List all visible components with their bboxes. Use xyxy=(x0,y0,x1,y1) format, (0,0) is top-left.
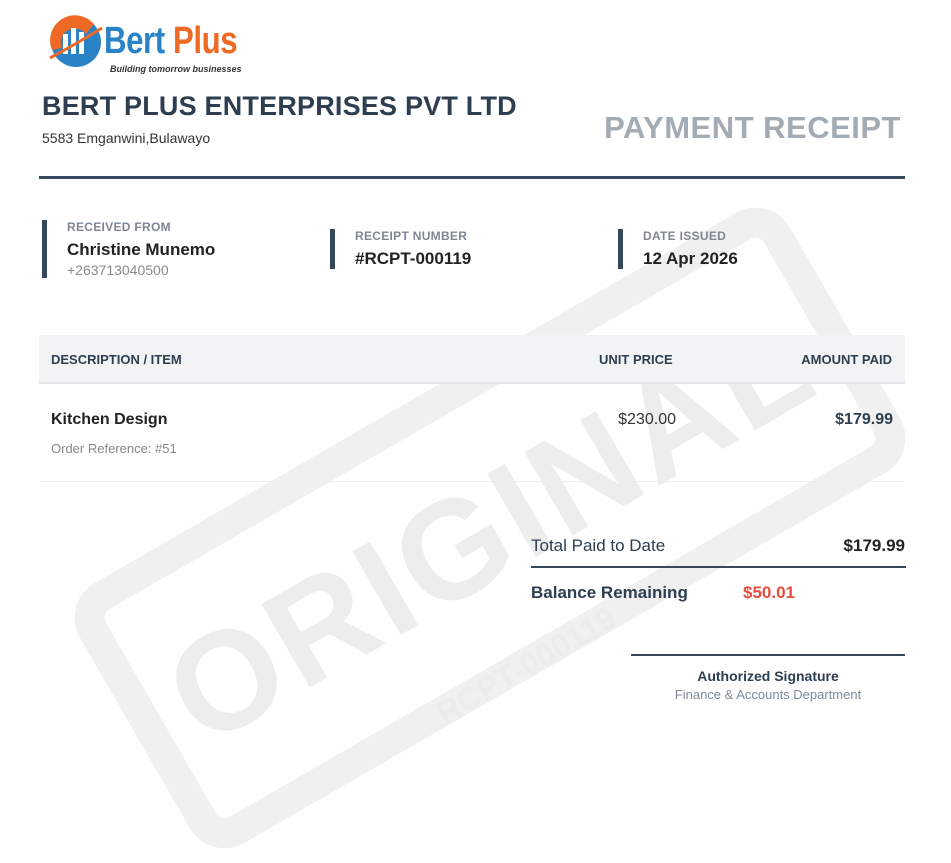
header-amount-paid: AMOUNT PAID xyxy=(801,352,892,367)
logo-word-plus: Plus xyxy=(172,20,238,62)
item-description: Kitchen Design xyxy=(51,411,168,428)
receipt-number-value: #RCPT-000119 xyxy=(355,249,472,268)
date-issued-value: 12 Apr 2026 xyxy=(643,249,738,268)
date-issued-label: DATE ISSUED xyxy=(643,229,727,243)
signature-title: Authorized Signature xyxy=(697,668,839,684)
signature-department: Finance & Accounts Department xyxy=(674,687,862,702)
items-table-header: DESCRIPTION / ITEM UNIT PRICE AMOUNT PAI… xyxy=(39,335,905,384)
customer-name: Christine Munemo xyxy=(67,240,216,259)
received-from-block: RECEIVED FROM Christine Munemo +26371304… xyxy=(42,220,215,278)
total-paid-value: $179.99 xyxy=(843,536,905,555)
original-watermark-stamp: ORIGINAL xyxy=(59,193,921,863)
total-paid-label: Total Paid to Date xyxy=(531,536,666,555)
table-row-divider xyxy=(39,481,905,482)
header-description: DESCRIPTION / ITEM xyxy=(51,352,182,367)
balance-remaining-value: $50.01 xyxy=(743,583,795,602)
balance-remaining-label: Balance Remaining xyxy=(531,583,688,602)
company-address: 5583 Emganwini,Bulawayo xyxy=(42,130,211,146)
logo-tagline: Building tomorrow businesses xyxy=(110,64,242,74)
item-amount-paid: $179.99 xyxy=(835,411,893,428)
company-name: BERT PLUS ENTERPRISES PVT LTD xyxy=(42,91,517,121)
date-issued-block: DATE ISSUED 12 Apr 2026 xyxy=(618,229,738,269)
header-divider xyxy=(39,176,905,179)
document-title: PAYMENT RECEIPT xyxy=(604,110,901,145)
item-order-reference: Order Reference: #51 xyxy=(51,441,177,456)
item-unit-price: $230.00 xyxy=(618,411,676,428)
totals-divider xyxy=(531,566,906,568)
signature-line xyxy=(631,654,905,656)
logo-wordmark: Bert Plus xyxy=(104,20,238,63)
receipt-number-label: RECEIPT NUMBER xyxy=(355,229,468,243)
customer-phone: +263713040500 xyxy=(67,262,169,278)
logo-word-bert: Bert xyxy=(104,20,165,62)
received-from-label: RECEIVED FROM xyxy=(67,220,171,234)
header-unit-price: UNIT PRICE xyxy=(599,352,673,367)
receipt-number-block: RECEIPT NUMBER #RCPT-000119 xyxy=(330,229,471,269)
